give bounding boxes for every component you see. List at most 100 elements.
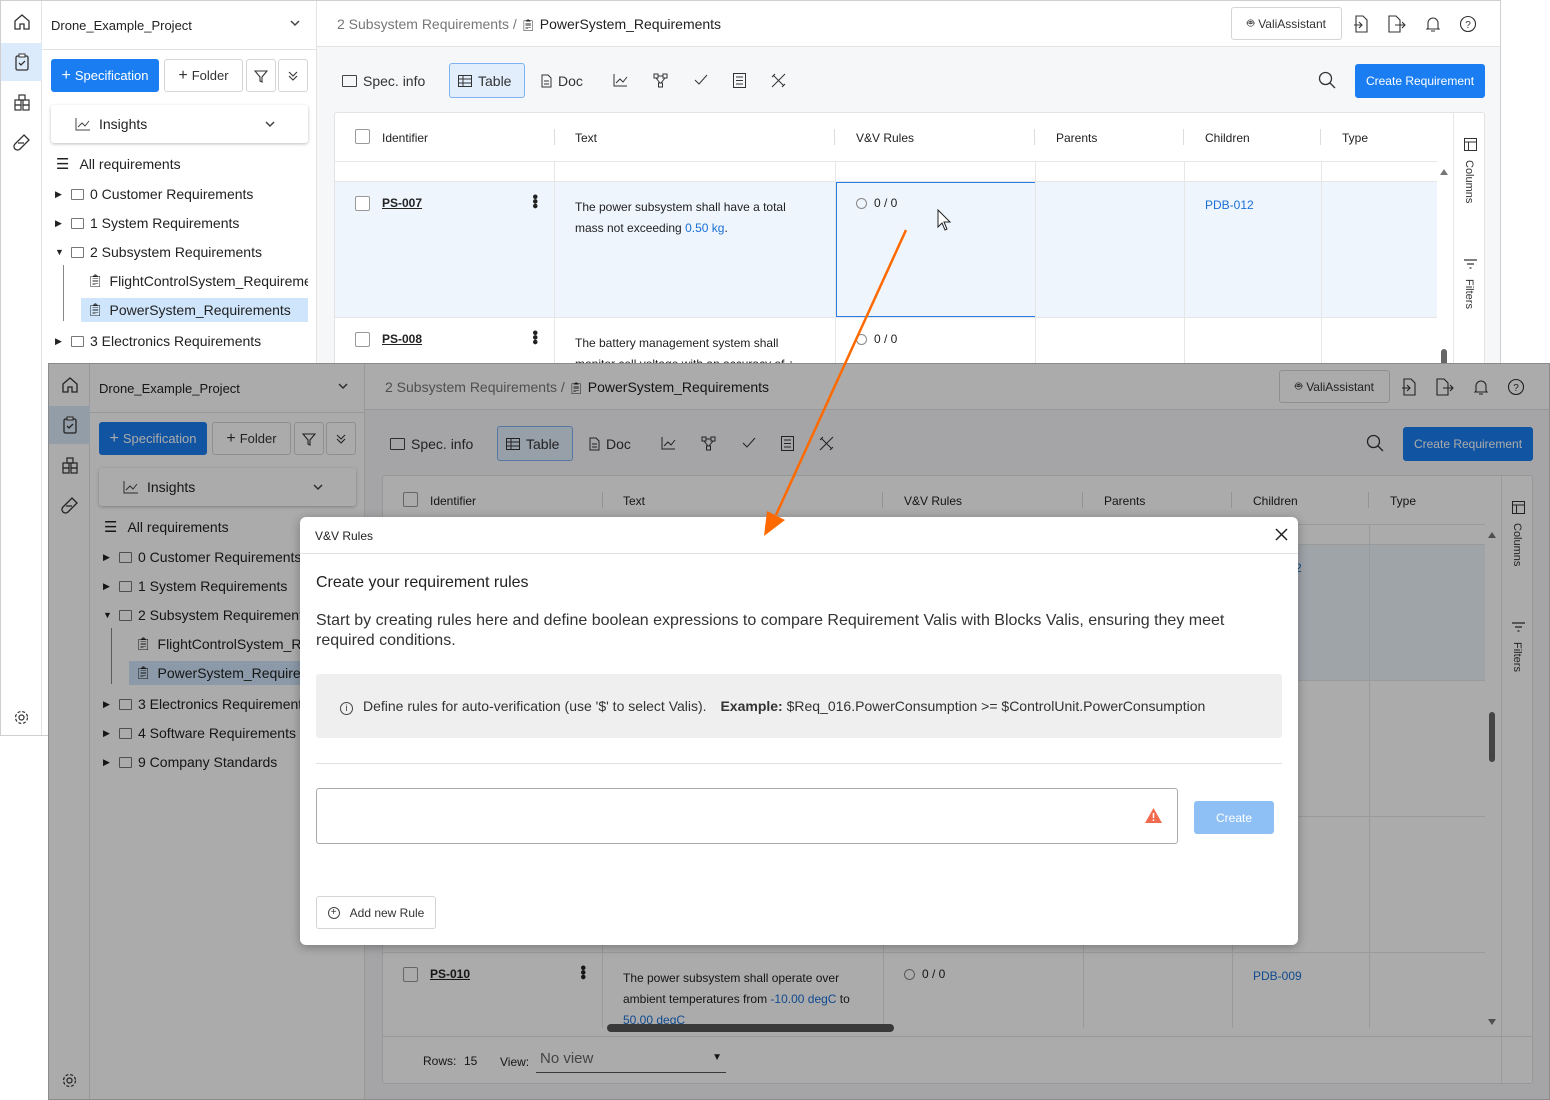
filter-lines-icon[interactable] [1464,259,1477,269]
column-divider[interactable] [1320,129,1321,145]
tree-item-system[interactable]: ▶ 1 System Requirements [42,211,308,235]
filter-button[interactable] [246,59,276,92]
add-specification-button[interactable]: + Specification [51,59,159,92]
scroll-up-arrow-icon[interactable] [1440,165,1448,175]
more-options-icon[interactable]: ••• [526,330,543,344]
more-options-icon[interactable]: ••• [526,194,543,208]
columns-tab[interactable]: Columns [1463,160,1475,203]
warning-icon [1145,808,1162,823]
column-header-type[interactable]: Type [1342,131,1368,145]
requirement-id-link[interactable]: PS-008 [382,332,422,346]
filter-icon [254,69,268,83]
list-view-icon[interactable] [733,73,746,88]
vali-value[interactable]: 0.50 kg [685,221,724,235]
filters-tab[interactable]: Filters [1463,279,1475,309]
column-divider[interactable] [554,129,555,145]
home-icon[interactable] [1,3,42,41]
breadcrumb-current: PowerSystem_Requirements [539,16,722,32]
requirement-text[interactable]: The power subsystem shall have a total m… [575,197,815,239]
tree-item-label: 1 System Requirements [90,215,240,231]
caret-down-icon[interactable]: ▼ [55,247,67,257]
valiassistant-button[interactable]: 🤖︎ ValiAssistant [1231,7,1342,40]
insights-dropdown[interactable]: Insights [51,105,308,143]
column-divider[interactable] [1034,129,1035,145]
folder-icon [71,188,84,200]
example-text: $Req_016.PowerConsumption >= $ControlUni… [786,698,1206,714]
child-link[interactable]: PDB-012 [1205,198,1254,212]
breadcrumb-parent[interactable]: 2 Subsystem Requirements [337,16,509,32]
column-header-text[interactable]: Text [575,131,597,145]
vv-rules-dialog: V&V Rules Create your requirement rules … [300,517,1298,945]
spec-info-tab[interactable]: Spec. info [342,63,425,98]
row-checkbox[interactable] [355,196,370,211]
export-icon[interactable] [1387,15,1407,33]
tree-item-subsystem[interactable]: ▼ 2 Subsystem Requirements [42,240,308,264]
add-new-rule-label: Add new Rule [349,905,425,920]
requirements-icon[interactable] [1,43,42,81]
caret-right-icon[interactable]: ▶ [55,189,67,200]
table-icon [458,74,472,87]
blocks-icon[interactable] [1,83,42,121]
table-header: Identifier Text V&V Rules Parents Childr… [335,113,1437,162]
caret-right-icon[interactable]: ▶ [55,336,67,347]
chevron-down-icon [265,121,275,128]
tree-item-customer[interactable]: ▶ 0 Customer Requirements [42,182,308,206]
project-selector[interactable]: Drone_Example_Project [42,1,317,50]
help-icon[interactable]: ? [1459,15,1477,33]
text-part: The power subsystem shall have a total m… [575,200,786,235]
select-all-checkbox[interactable] [355,129,370,144]
breadcrumb: 2 Subsystem Requirements / 📋︎ PowerSyste… [337,16,721,32]
status-circle-icon [856,197,867,209]
caret-right-icon[interactable]: ▶ [55,218,67,229]
tree-item-powersystem[interactable]: 📋︎ PowerSystem_Requirements [81,298,308,322]
create-rule-button[interactable]: Create [1194,801,1274,834]
column-divider[interactable] [1183,129,1184,145]
table-row[interactable]: PS-007 ••• The power subsystem shall hav… [335,182,1437,318]
doc-tab[interactable]: Doc [541,63,583,98]
tree-item-label: 2 Subsystem Requirements [90,244,262,260]
tree-line [63,265,64,321]
tree-item-electronics[interactable]: ▶ 3 Electronics Requirements [42,329,308,353]
tools-view-icon[interactable] [771,73,786,88]
valiassistant-label: ValiAssistant [1258,16,1326,31]
doc-label: Doc [558,72,583,89]
columns-icon[interactable] [1464,138,1477,151]
column-header-identifier[interactable]: Identifier [382,131,428,145]
create-requirement-label: Create Requirement [1365,74,1475,88]
vv-rules-status[interactable]: 0 / 0 [856,332,897,346]
all-requirements-item[interactable]: ☰ All requirements [42,152,308,176]
create-requirement-button[interactable]: Create Requirement [1355,64,1485,98]
chart-view-icon[interactable] [613,73,628,87]
test-tube-icon[interactable] [1,123,42,161]
diagram-view-icon[interactable] [653,73,668,88]
double-chevron-down-icon [288,71,298,81]
project-name: Drone_Example_Project [51,18,192,33]
column-header-parents[interactable]: Parents [1056,131,1097,145]
add-folder-button[interactable]: + Folder [164,59,243,92]
vv-rules-status[interactable]: 0 / 0 [856,196,897,210]
spec-icon: 📋︎ [87,302,104,317]
row-checkbox[interactable] [355,332,370,347]
search-icon[interactable] [1318,71,1336,89]
close-icon[interactable] [1275,528,1288,541]
tree-item-flightcontrol[interactable]: 📋︎ FlightControlSystem_Requirements [81,269,308,293]
requirement-id-link[interactable]: PS-007 [382,196,422,210]
tree-item-label: FlightControlSystem_Requirements [109,273,308,289]
settings-gear-icon[interactable] [1,698,42,735]
rule-expression-input[interactable] [316,788,1178,844]
import-icon[interactable] [1353,15,1369,33]
all-requirements-label: All requirements [79,156,181,172]
expand-all-button[interactable] [278,59,308,92]
verification-view-icon[interactable] [694,74,708,86]
svg-text:?: ? [1465,20,1471,31]
breadcrumb-separator: / [512,16,517,32]
add-new-rule-button[interactable]: + Add new Rule [316,896,436,929]
dialog-header: V&V Rules [300,517,1298,554]
dialog-description: Start by creating rules here and define … [316,612,1225,649]
column-header-vv-rules[interactable]: V&V Rules [856,131,914,145]
insights-label: Insights [99,116,148,132]
bell-icon[interactable] [1425,15,1441,33]
table-tab[interactable]: Table [449,63,525,98]
column-divider[interactable] [834,129,835,145]
column-header-children[interactable]: Children [1205,131,1250,145]
